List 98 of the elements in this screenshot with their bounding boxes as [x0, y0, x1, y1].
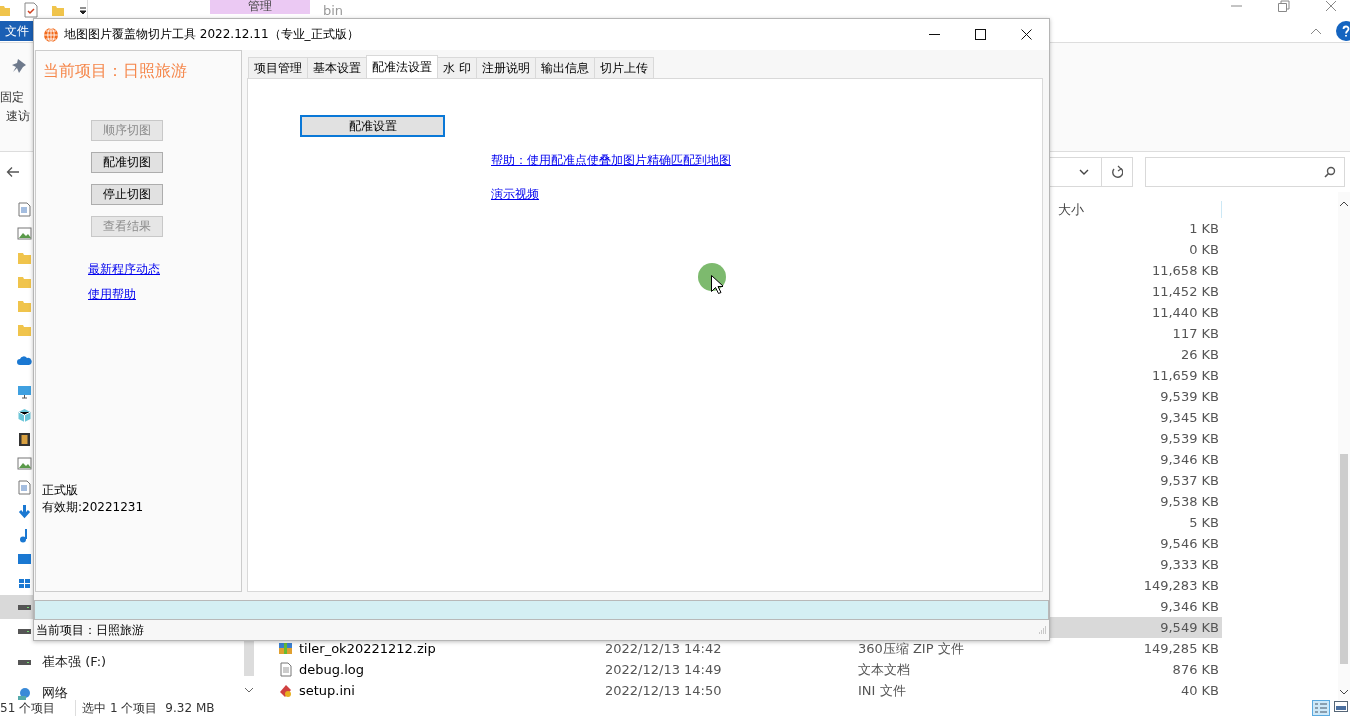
- file-size: 9,333 KB: [1160, 557, 1219, 572]
- file-size: 11,658 KB: [1151, 263, 1219, 278]
- details-icon: [1314, 702, 1328, 714]
- file-size: 117 KB: [1172, 326, 1219, 341]
- modified-date: 2022/12/13 14:50: [605, 683, 722, 698]
- file-size: 40 KB: [1180, 683, 1219, 698]
- scroll-down-icon[interactable]: [244, 686, 254, 694]
- file-size: 876 KB: [1172, 662, 1219, 677]
- file-size: 26 KB: [1180, 347, 1219, 362]
- selection-size: 9.32 MB: [165, 701, 215, 715]
- network-icon: [17, 685, 32, 701]
- tab[interactable]: 配准法设置: [366, 55, 438, 79]
- ribbon-label: 固定: [0, 89, 25, 106]
- file-size: 11,659 KB: [1151, 368, 1219, 383]
- text-file-icon: [278, 662, 293, 677]
- back-arrow-icon[interactable]: [6, 166, 20, 178]
- column-header[interactable]: 大小: [1058, 201, 1222, 218]
- file-size: 9,346 KB: [1160, 452, 1219, 467]
- file-size: 9,549 KB: [1160, 620, 1219, 635]
- chevron-down-icon[interactable]: [1079, 168, 1089, 176]
- dropdown-icon[interactable]: [78, 5, 88, 15]
- archive-icon: [278, 641, 293, 656]
- selection-info: 选中 1 个项目: [75, 699, 158, 716]
- file-size: 9,345 KB: [1160, 410, 1219, 425]
- tab[interactable]: 切片上传: [593, 57, 654, 78]
- file-size: 11,440 KB: [1151, 305, 1219, 320]
- maximize-icon[interactable]: [974, 29, 986, 40]
- window-title: bin: [323, 2, 344, 18]
- scroll-down-icon[interactable]: [1339, 688, 1349, 696]
- settings-button[interactable]: 配准设置: [300, 115, 445, 137]
- film-icon: [17, 431, 32, 447]
- computer-icon: [17, 383, 32, 399]
- status-text: 当前项目：日照旅游: [36, 621, 144, 639]
- file-size: 5 KB: [1189, 515, 1219, 530]
- file-name: setup.ini: [299, 683, 355, 698]
- tab[interactable]: 注册说明: [475, 57, 536, 78]
- desktop-icon: [17, 551, 32, 567]
- file-tab[interactable]: 文件: [0, 21, 34, 41]
- file-type: 文本文档: [858, 661, 910, 677]
- file-type: 360压缩 ZIP 文件: [858, 640, 964, 656]
- file-row[interactable]: debug.log 2022/12/13 14:49 文本文档 876 KB: [258, 659, 1222, 680]
- file-size: 9,538 KB: [1160, 494, 1219, 509]
- tab[interactable]: 水 印: [437, 57, 477, 78]
- tab[interactable]: 输出信息: [534, 57, 595, 78]
- file-size: 9,539 KB: [1160, 431, 1219, 446]
- collapse-ribbon-icon[interactable]: [1310, 27, 1322, 35]
- refresh-button[interactable]: [1101, 157, 1133, 187]
- modified-date: 2022/12/13 14:49: [605, 662, 722, 677]
- file-name: debug.log: [299, 662, 364, 677]
- file-row[interactable]: setup.ini 2022/12/13 14:50 INI 文件 40 KB: [258, 680, 1222, 701]
- close-icon[interactable]: [1020, 29, 1032, 40]
- search-icon: [1324, 166, 1336, 178]
- cube-icon: [17, 407, 32, 423]
- expiry-label: 有效期:20221231: [42, 499, 145, 516]
- file-size: 1 KB: [1189, 221, 1219, 236]
- checklist-icon[interactable]: [24, 2, 38, 18]
- minimize-icon[interactable]: [928, 33, 940, 36]
- restore-icon[interactable]: [1278, 0, 1290, 12]
- ribbon-label: 速访: [6, 108, 31, 125]
- tab[interactable]: 基本设置: [307, 57, 367, 78]
- question-mark-icon: [1342, 25, 1350, 37]
- file-size: 149,285 KB: [1143, 641, 1219, 656]
- action-button[interactable]: 配准切图: [91, 152, 163, 173]
- file-size: 9,546 KB: [1160, 536, 1219, 551]
- mouse-pointer-icon: [711, 275, 723, 294]
- window-title: 地图图片覆盖物切片工具 2022.12.11（专业_正式版）: [64, 26, 359, 43]
- globe-icon: [43, 26, 59, 43]
- edition-label: 正式版: [42, 482, 79, 499]
- context-tab[interactable]: 管理: [210, 0, 310, 14]
- action-button[interactable]: 停止切图: [91, 184, 163, 205]
- file-size: 149,283 KB: [1143, 578, 1219, 593]
- file-type: INI 文件: [858, 682, 906, 698]
- file-size: 0 KB: [1189, 242, 1219, 257]
- project-title: 当前项目：日照旅游: [43, 61, 188, 82]
- document-icon: [17, 201, 32, 217]
- thumbnail-view-icon[interactable]: [1334, 700, 1348, 712]
- file-name: tiler_ok20221212.zip: [299, 641, 436, 656]
- file-size: 9,537 KB: [1160, 473, 1219, 488]
- document-icon: [17, 479, 32, 495]
- scroll-up-icon[interactable]: [1339, 200, 1349, 208]
- link[interactable]: 最新程序动态: [88, 261, 160, 278]
- link[interactable]: 使用帮助: [88, 286, 136, 303]
- file-size: 11,452 KB: [1151, 284, 1219, 299]
- refresh-icon: [1111, 165, 1123, 179]
- link[interactable]: 演示视频: [491, 186, 539, 203]
- file-row[interactable]: tiler_ok20221212.zip 2022/12/13 14:42 360压缩 ZIP 文件 149,285 KB: [258, 638, 1222, 659]
- help-button[interactable]: [1336, 21, 1350, 41]
- download-icon: [17, 503, 32, 519]
- file-size: 9,539 KB: [1160, 389, 1219, 404]
- nav-item[interactable]: 崔本强 (F:): [0, 650, 107, 674]
- search-field[interactable]: [1145, 157, 1345, 187]
- tab[interactable]: 项目管理: [248, 57, 308, 78]
- modified-date: 2022/12/13 14:42: [605, 641, 722, 656]
- scrollbar-thumb[interactable]: [1340, 454, 1348, 664]
- file-size: 9,346 KB: [1160, 599, 1219, 614]
- link[interactable]: 帮助：使用配准点使叠加图片精确匹配到地图: [491, 152, 731, 169]
- resize-grip-icon[interactable]: [1039, 626, 1047, 634]
- item-count: 51 个项目: [0, 699, 56, 716]
